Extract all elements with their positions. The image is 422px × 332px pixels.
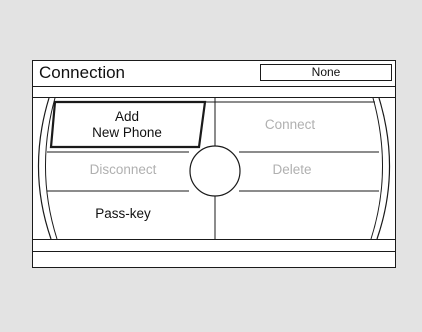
pass-key-button[interactable]: Pass-key: [47, 195, 199, 233]
empty-menu-slot: [217, 195, 367, 233]
footer-divider-bottom: [33, 251, 395, 252]
add-new-phone-label-line2: New Phone: [92, 124, 162, 140]
connect-button[interactable]: Connect: [215, 102, 365, 147]
delete-button[interactable]: Delete: [217, 156, 367, 184]
right-outer-arc: [376, 97, 391, 240]
add-new-phone-label-line1: Add: [114, 108, 139, 124]
add-new-phone-button[interactable]: Add New Phone: [51, 102, 203, 147]
right-inner-arc: [370, 97, 384, 240]
disconnect-button[interactable]: Disconnect: [47, 156, 199, 184]
footer-divider-top: [33, 239, 395, 240]
phone-connection-screen: Connection None Add New Phone Connect Di…: [32, 60, 396, 268]
